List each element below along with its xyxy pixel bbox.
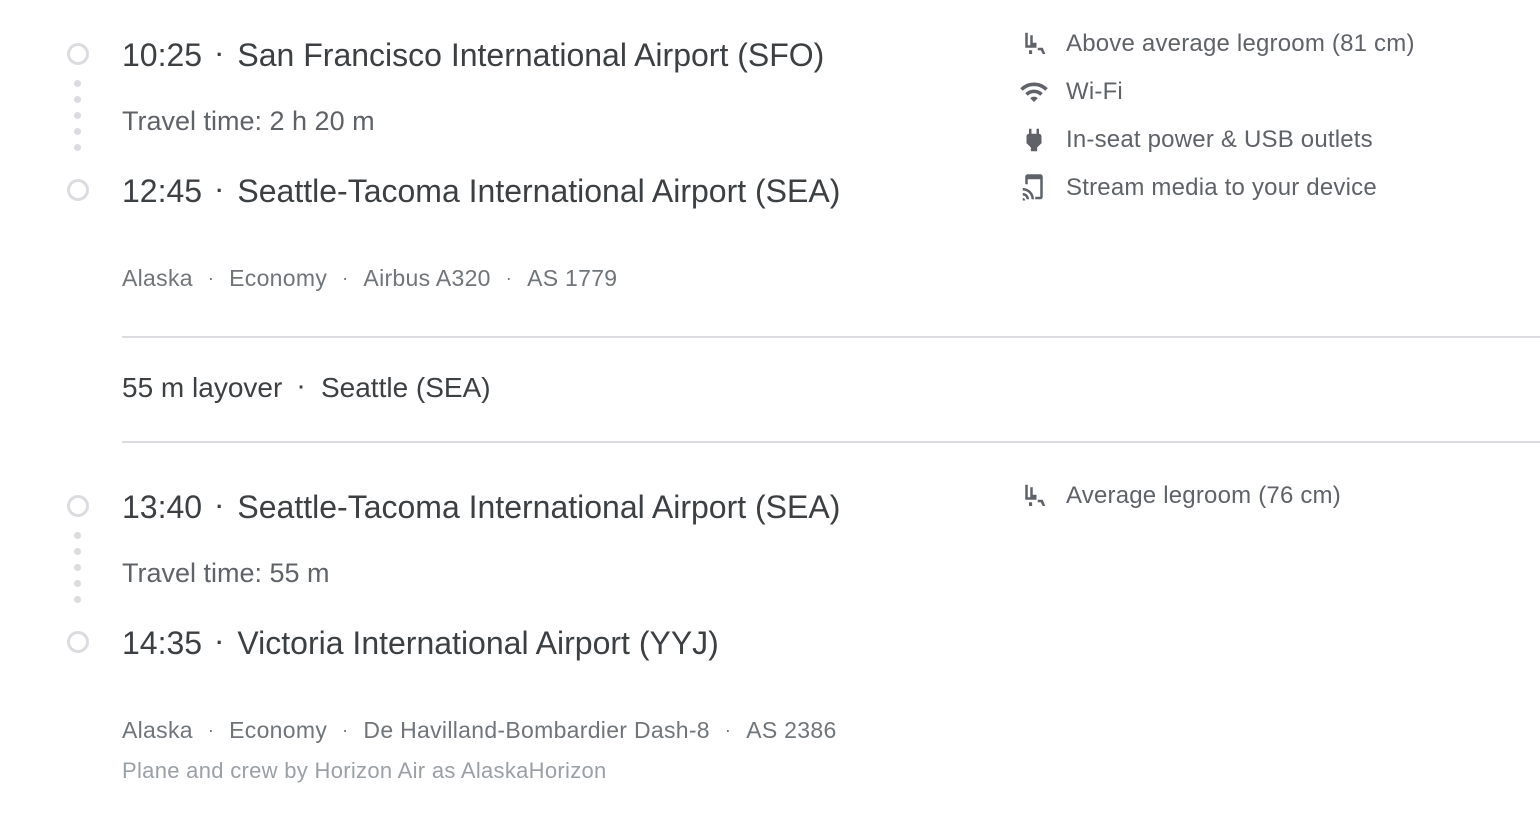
timeline-dots — [74, 532, 82, 612]
separator-dot: · — [216, 494, 224, 519]
amenity-label: Stream media to your device — [1066, 174, 1377, 201]
amenity-label: Average legroom (76 cm) — [1066, 482, 1341, 509]
aircraft: De Havilland-Bombardier Dash-8 — [363, 717, 710, 743]
arrival-node-icon — [67, 179, 89, 201]
separator-dot: · — [505, 268, 513, 288]
wifi-icon — [1018, 76, 1050, 108]
amenity-legroom: Above average legroom (81 cm) — [1018, 28, 1415, 60]
arrival-time: 14:35 — [122, 624, 203, 661]
departure-time: 10:25 — [122, 36, 203, 73]
separator-dot: · — [216, 630, 224, 655]
separator-dot: · — [207, 268, 215, 288]
arrival-time: 12:45 — [122, 172, 203, 209]
layover-info: 55 m layover · Seattle (SEA) — [122, 372, 491, 404]
separator-dot: · — [724, 720, 732, 740]
amenity-wifi: Wi-Fi — [1018, 76, 1123, 108]
travel-time: Travel time: 55 m — [122, 558, 330, 588]
divider — [122, 336, 1540, 338]
departure-airport: San Francisco International Airport (SFO… — [237, 36, 825, 73]
cast-stream-icon — [1018, 172, 1050, 204]
separator-dot: · — [216, 178, 224, 203]
departure-time: 13:40 — [122, 488, 203, 525]
separator-dot: · — [216, 42, 224, 67]
amenity-label: Wi-Fi — [1066, 78, 1123, 105]
layover-location: Seattle (SEA) — [320, 372, 491, 403]
departure-node-icon — [67, 495, 89, 517]
arrival-row: 12:45 · Seattle-Tacoma International Air… — [122, 171, 840, 211]
separator-dot: · — [342, 268, 349, 288]
flight-number: AS 2386 — [746, 717, 837, 743]
timeline-dots — [74, 80, 82, 160]
amenity-label: Above average legroom (81 cm) — [1066, 30, 1415, 57]
amenity-stream: Stream media to your device — [1018, 172, 1377, 204]
separator-dot: · — [207, 720, 215, 740]
layover-duration: 55 m layover — [122, 372, 283, 403]
arrival-row: 14:35 · Victoria International Airport (… — [122, 623, 719, 663]
divider — [122, 441, 1540, 443]
arrival-node-icon — [67, 631, 89, 653]
flight-number: AS 1779 — [527, 265, 618, 291]
airline: Alaska — [122, 717, 193, 743]
power-plug-icon — [1018, 124, 1050, 156]
legroom-seat-icon — [1018, 28, 1050, 60]
flight-details: Alaska · Economy · De Havilland-Bombardi… — [122, 717, 837, 744]
departure-row: 10:25 · San Francisco International Airp… — [122, 35, 824, 75]
arrival-airport: Victoria International Airport (YYJ) — [237, 624, 719, 661]
departure-airport: Seattle-Tacoma International Airport (SE… — [237, 488, 841, 525]
amenity-label: In-seat power & USB outlets — [1066, 126, 1373, 153]
separator-dot: · — [342, 720, 349, 740]
departure-row: 13:40 · Seattle-Tacoma International Air… — [122, 487, 840, 527]
arrival-airport: Seattle-Tacoma International Airport (SE… — [237, 172, 841, 209]
flight-details: Alaska · Economy · Airbus A320 · AS 1779 — [122, 265, 617, 292]
amenity-legroom: Average legroom (76 cm) — [1018, 480, 1341, 512]
legroom-seat-icon — [1018, 480, 1050, 512]
travel-time: Travel time: 2 h 20 m — [122, 106, 375, 136]
flight-itinerary-details: 10:25 · San Francisco International Airp… — [0, 0, 1540, 814]
aircraft: Airbus A320 — [363, 265, 491, 291]
cabin-class: Economy — [229, 265, 328, 291]
operated-by-note: Plane and crew by Horizon Air as AlaskaH… — [122, 758, 607, 783]
departure-node-icon — [67, 43, 89, 65]
cabin-class: Economy — [229, 717, 328, 743]
amenity-power: In-seat power & USB outlets — [1018, 124, 1373, 156]
airline: Alaska — [122, 265, 193, 291]
separator-dot: · — [298, 376, 305, 399]
